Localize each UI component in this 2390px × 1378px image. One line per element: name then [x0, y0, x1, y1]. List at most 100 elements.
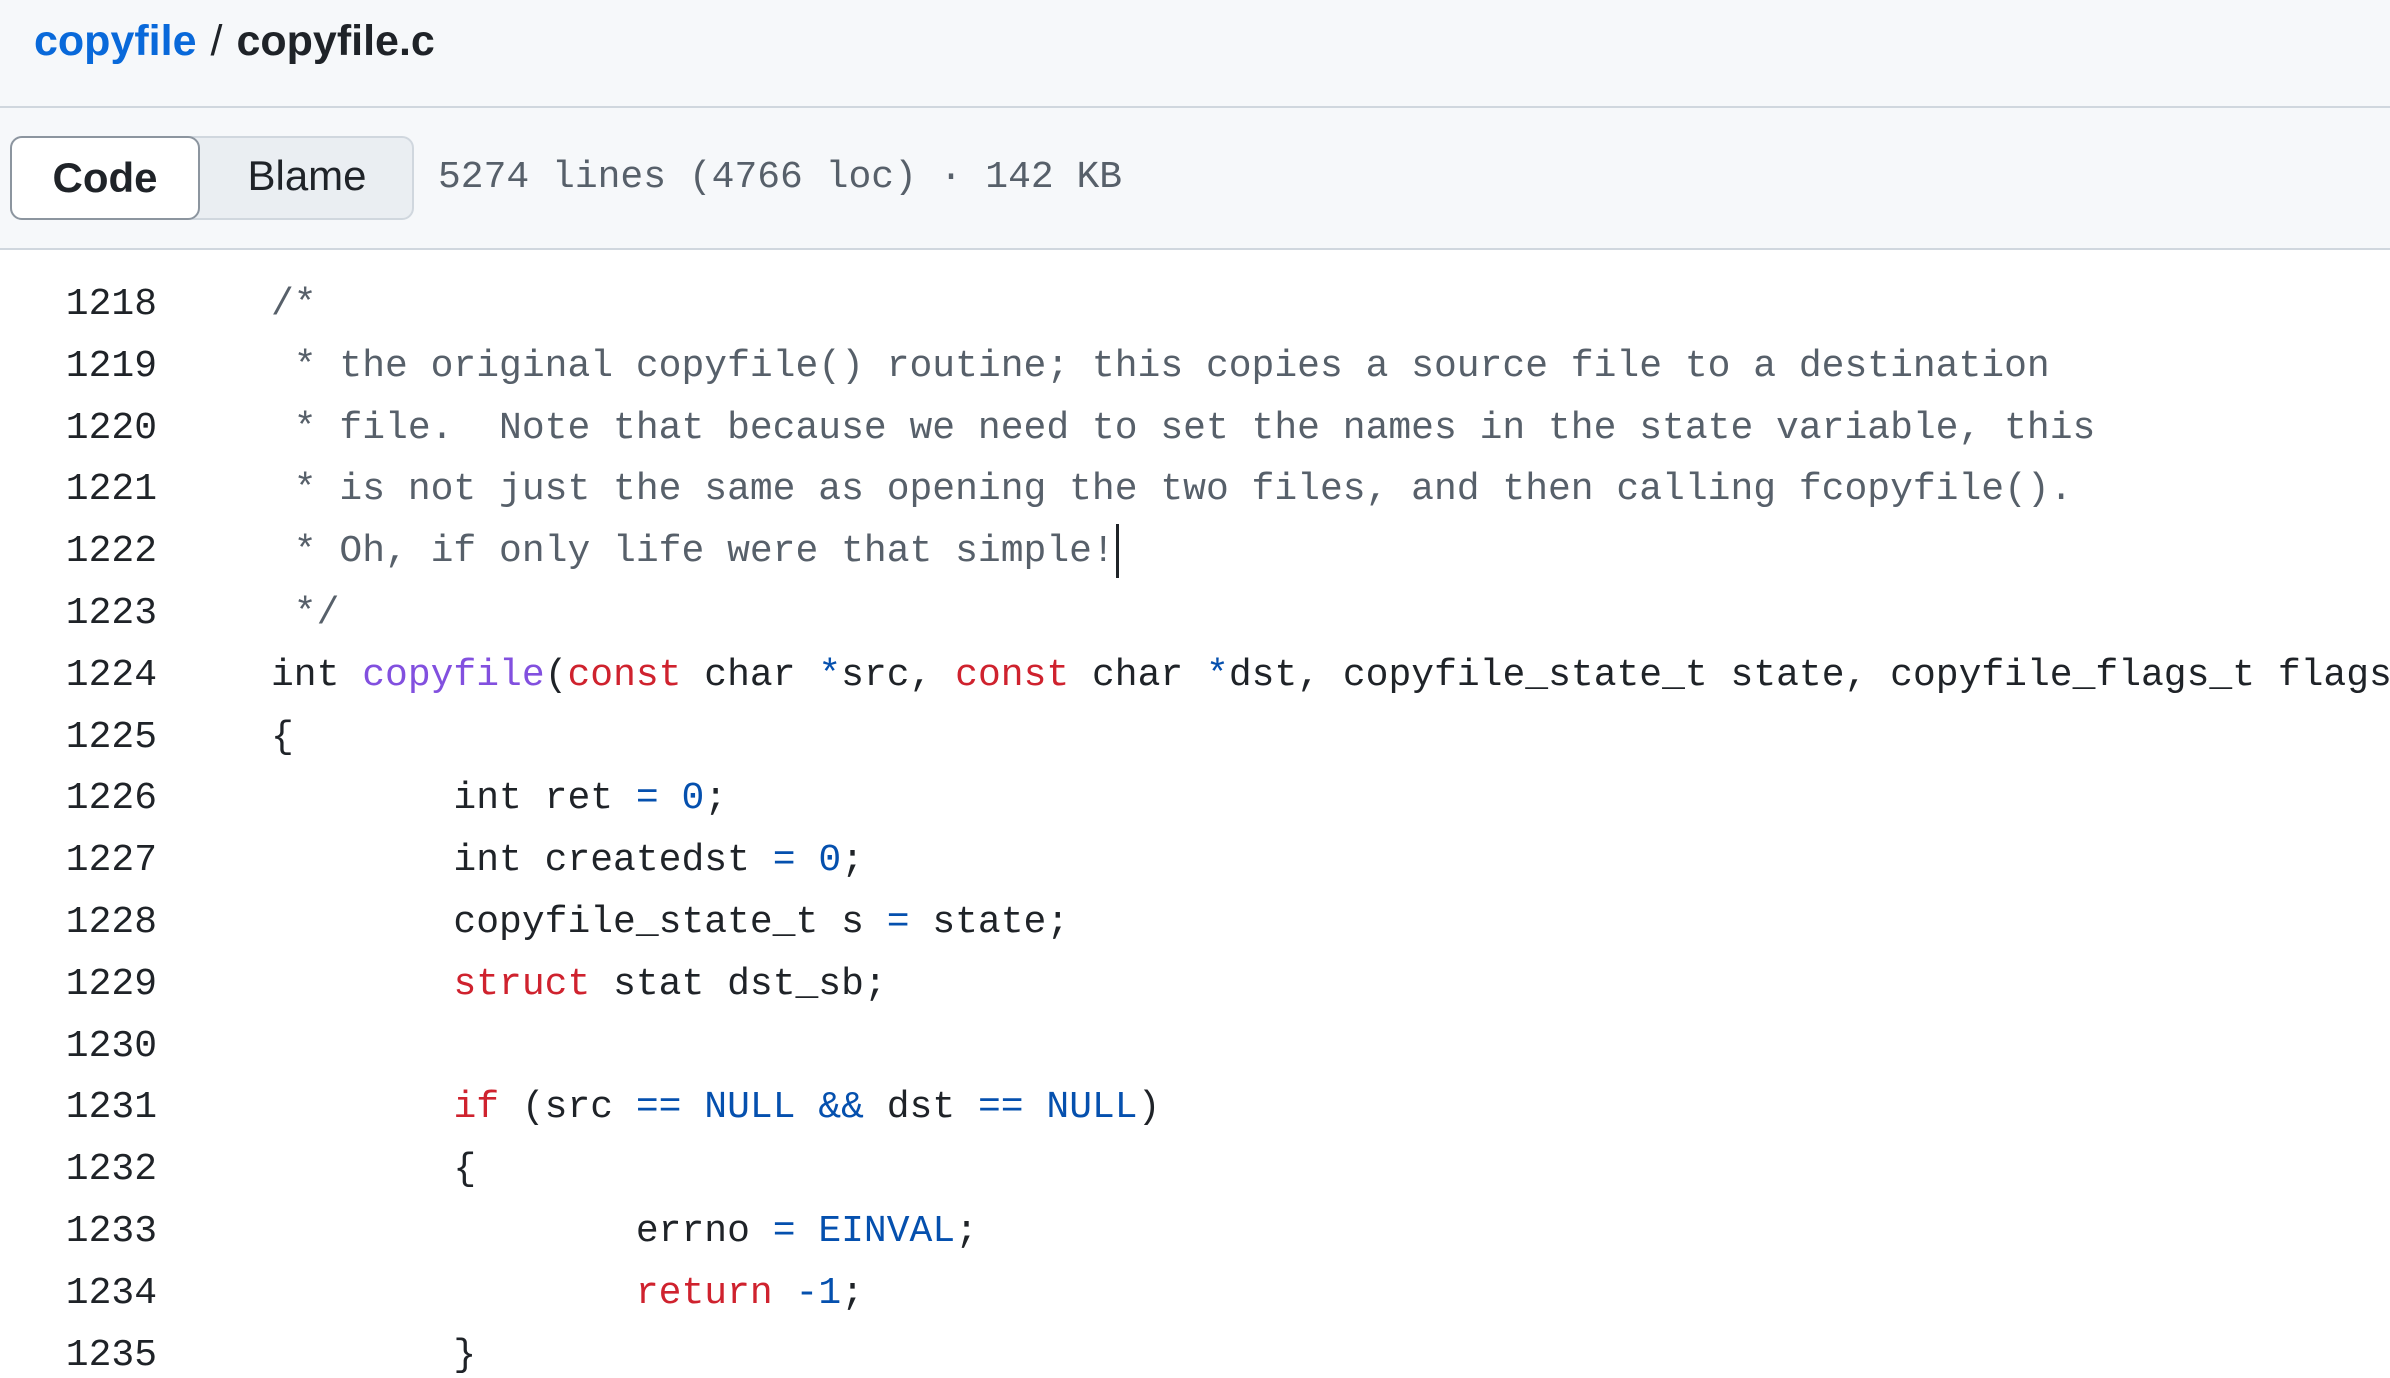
code-token: =	[886, 900, 910, 944]
line-number[interactable]: 1219	[0, 336, 157, 398]
line-number[interactable]: 1231	[0, 1077, 157, 1139]
code-token: /*	[271, 283, 317, 326]
blame-view-button[interactable]: Blame	[200, 136, 414, 220]
code-token: dst	[863, 1086, 978, 1130]
line-content: copyfile_state_t s = state;	[271, 892, 1069, 954]
line-content: /*	[271, 274, 317, 336]
code-token: stat dst_sb;	[590, 962, 887, 1006]
line-content: }	[271, 1325, 476, 1378]
code-token: &&	[818, 1086, 864, 1130]
line-content: int createdst = 0;	[271, 830, 864, 892]
code-token: EINVAL	[818, 1209, 956, 1253]
file-toolbar: Code Blame 5274 lines (4766 loc) · 142 K…	[0, 108, 2390, 250]
breadcrumb-file-name: copyfile.c	[236, 17, 435, 65]
code-token: const	[955, 653, 1070, 697]
code-view-button[interactable]: Code	[10, 136, 200, 220]
code-token: char	[681, 653, 819, 697]
line-content: int ret = 0;	[271, 768, 727, 830]
code-token: ;	[955, 1209, 978, 1253]
code-token: 0	[681, 777, 705, 821]
line-content: * file. Note that because we need to set…	[271, 398, 2096, 460]
line-number[interactable]: 1225	[0, 707, 157, 769]
code-token: if	[453, 1086, 500, 1130]
code-token: NULL	[1046, 1086, 1138, 1130]
code-token: ==	[635, 1086, 682, 1130]
code-token: dst, copyfile_state_t state, copyfile_fl…	[1228, 653, 2390, 697]
line-number[interactable]: 1235	[0, 1325, 157, 1378]
file-header: copyfile / copyfile.c	[0, 0, 2390, 108]
code-token: =	[772, 1209, 796, 1253]
code-token: {	[271, 1148, 477, 1192]
line-content: errno = EINVAL;	[271, 1201, 978, 1263]
line-content: return -1;	[271, 1263, 864, 1325]
code-token: * the original copyfile() routine; this …	[271, 344, 2050, 388]
line-number[interactable]: 1232	[0, 1139, 157, 1201]
code-token: copyfile	[362, 653, 545, 697]
line-number[interactable]: 1227	[0, 830, 157, 892]
code-token: return	[635, 1271, 773, 1315]
code-token: const	[567, 653, 682, 697]
line-content: if (src == NULL && dst == NULL)	[271, 1077, 1160, 1139]
line-content: */	[271, 583, 340, 645]
line-content: * Oh, if only life were that simple!	[271, 521, 1119, 583]
line-number[interactable]: 1229	[0, 954, 157, 1016]
line-content: {	[271, 707, 294, 769]
code-token: ;	[841, 1271, 864, 1315]
line-content: struct stat dst_sb;	[271, 954, 887, 1016]
breadcrumb-separator: /	[210, 17, 223, 65]
text-cursor	[1115, 524, 1119, 579]
code-token: ;	[704, 777, 728, 821]
line-number[interactable]: 1218	[0, 274, 157, 336]
code-token: errno	[271, 1209, 773, 1253]
code-token: =	[635, 777, 659, 821]
code-token: int createdst	[271, 839, 773, 883]
line-number[interactable]: 1223	[0, 583, 157, 645]
code-token: *	[818, 653, 842, 697]
code-token: NULL	[704, 1086, 796, 1130]
code-token: ;	[841, 839, 864, 883]
code-token: (	[544, 653, 568, 697]
line-number[interactable]: 1221	[0, 459, 157, 521]
line-number[interactable]: 1234	[0, 1263, 157, 1325]
code-token: (src	[499, 1086, 636, 1130]
line-number[interactable]: 1226	[0, 768, 157, 830]
file-stats: 5274 lines (4766 loc) · 142 KB	[438, 156, 1123, 199]
code-token: * is not just the same as opening the tw…	[271, 468, 2073, 512]
line-number[interactable]: 1220	[0, 398, 157, 460]
view-mode-toggle: Code Blame	[10, 136, 414, 220]
line-content: {	[271, 1139, 476, 1201]
line-number[interactable]: 1228	[0, 892, 157, 954]
code-token: int ret	[271, 777, 636, 821]
code-token: */	[271, 591, 340, 635]
breadcrumb: copyfile / copyfile.c	[34, 14, 435, 68]
line-number[interactable]: 1230	[0, 1016, 157, 1078]
line-number[interactable]: 1222	[0, 521, 157, 583]
code-token: )	[1137, 1086, 1161, 1130]
line-number[interactable]: 1233	[0, 1201, 157, 1263]
line-content: * is not just the same as opening the tw…	[271, 459, 2073, 521]
code-token: -	[795, 1271, 819, 1315]
line-content: int copyfile(const char *src, const char…	[271, 645, 2390, 707]
code-token: src,	[841, 653, 956, 697]
code-token: {	[271, 715, 294, 759]
line-number[interactable]: 1224	[0, 645, 157, 707]
code-token: * Oh, if only life were that simple!	[271, 530, 1115, 574]
code-token: *	[1206, 653, 1229, 697]
code-token: ==	[977, 1086, 1024, 1130]
code-token: }	[271, 1333, 477, 1377]
code-viewer[interactable]: 1218 /* 1219 * the original copyfile() rou…	[0, 250, 2390, 1378]
breadcrumb-repo-link[interactable]: copyfile	[34, 17, 197, 65]
code-token: copyfile_state_t s	[271, 900, 887, 944]
code-token: * file. Note that because we need to set…	[271, 406, 2096, 450]
code-token: 0	[818, 839, 842, 883]
code-token: int	[271, 653, 363, 697]
code-token: 1	[818, 1271, 842, 1315]
